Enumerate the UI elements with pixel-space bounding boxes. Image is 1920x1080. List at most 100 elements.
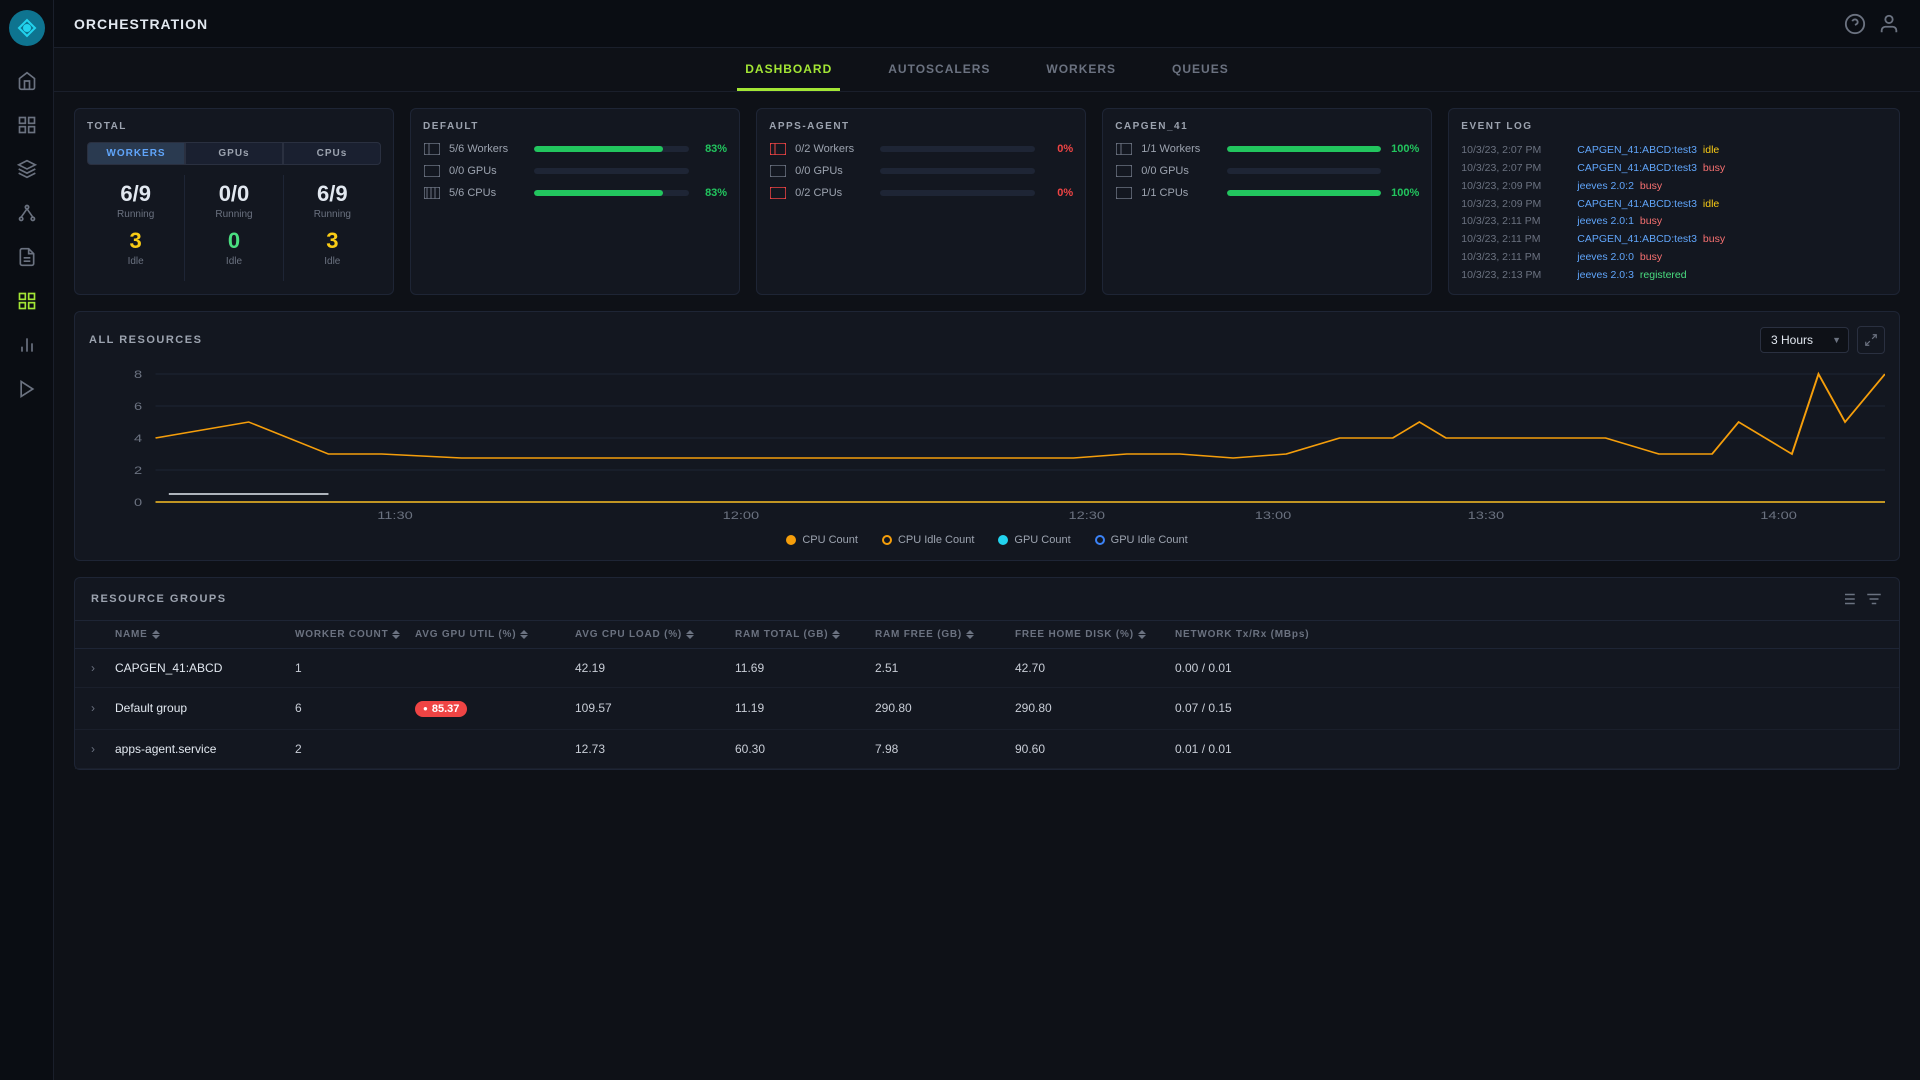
chart-svg: 8 6 4 2 0 11:30 12:00 12:30 13:00 13:30 … <box>89 364 1885 524</box>
chart-expand-button[interactable] <box>1857 326 1885 354</box>
row-1-gpu-util: 85.37 <box>415 700 575 717</box>
row-1-cpu-load: 109.57 <box>575 701 735 715</box>
svg-text:12:00: 12:00 <box>723 509 760 522</box>
apps-gpus-row: 0/0 GPUs <box>769 164 1073 178</box>
header-icons <box>1844 13 1900 35</box>
event-row-5: 10/3/23, 2:11 PM CAPGEN_41:ABCD:test3 bu… <box>1461 231 1887 249</box>
default-title: DEFAULT <box>423 121 727 132</box>
default-cpus-bar <box>534 190 689 196</box>
total-cpus-col: 6/9 Running 3 Idle <box>283 175 381 281</box>
total-tabs: WORKERS GPUs CPUs <box>87 142 381 165</box>
th-name[interactable]: NAME <box>115 629 295 640</box>
row-2-expand[interactable]: › <box>91 742 115 756</box>
event-log-content: 10/3/23, 2:07 PM CAPGEN_41:ABCD:test3 id… <box>1461 142 1887 282</box>
tab-autoscalers[interactable]: AUTOSCALERS <box>880 48 998 91</box>
apps-cpu-icon <box>769 186 787 200</box>
chart-card: ALL RESOURCES 1 Hour 3 Hours 6 Hours 12 … <box>74 311 1900 561</box>
th-ram-total[interactable]: RAM TOTAL (GB) <box>735 629 875 640</box>
cpu-icon <box>423 186 441 200</box>
default-cpus-row: 5/6 CPUs 83% <box>423 186 727 200</box>
apps-cpus-label: 0/2 CPUs <box>795 187 872 199</box>
help-icon[interactable] <box>1844 13 1866 35</box>
total-tab-gpus[interactable]: GPUs <box>185 142 283 165</box>
row-0-name: CAPGEN_41:ABCD <box>115 661 295 675</box>
th-ram-free[interactable]: RAM FREE (GB) <box>875 629 1015 640</box>
apps-gpus-label: 0/0 GPUs <box>795 165 872 177</box>
total-title: TOTAL <box>87 121 381 132</box>
default-workers-bar <box>534 146 689 152</box>
row-1-expand[interactable]: › <box>91 701 115 715</box>
stats-row: TOTAL WORKERS GPUs CPUs 6/9 Running 3 Id… <box>74 108 1900 295</box>
capgen-cpus-row: 1/1 CPUs 100% <box>1115 186 1419 200</box>
th-home-disk[interactable]: FREE HOME DISK (%) <box>1015 629 1175 640</box>
sidebar-layers[interactable] <box>8 150 46 188</box>
table-row-1[interactable]: › Default group 6 85.37 109.57 11.19 290… <box>75 688 1899 730</box>
table-row-0[interactable]: › CAPGEN_41:ABCD 1 42.19 11.69 2.51 42.7… <box>75 649 1899 688</box>
workers-idle-value: 3 <box>91 228 180 254</box>
navigation-tabs: DASHBOARD AUTOSCALERS WORKERS QUEUES <box>54 48 1920 92</box>
sort-icon[interactable] <box>1865 590 1883 608</box>
time-range-wrapper: 1 Hour 3 Hours 6 Hours 12 Hours 24 Hours <box>1760 327 1849 353</box>
default-gpus-label: 0/0 GPUs <box>449 165 526 177</box>
tab-queues[interactable]: QUEUES <box>1164 48 1237 91</box>
event-row-3: 10/3/23, 2:09 PM CAPGEN_41:ABCD:test3 id… <box>1461 196 1887 214</box>
legend-cpu-idle: CPU Idle Count <box>882 534 974 546</box>
sidebar-metrics[interactable] <box>8 326 46 364</box>
th-cpu-load[interactable]: AVG CPU LOAD (%) <box>575 629 735 640</box>
capgen-cpus-pct: 100% <box>1389 187 1419 199</box>
workers-running-value: 6/9 <box>91 181 180 207</box>
sidebar-report[interactable] <box>8 238 46 276</box>
default-cpus-pct: 83% <box>697 187 727 199</box>
app-logo[interactable] <box>9 10 45 46</box>
rg-title: RESOURCE GROUPS <box>91 593 1839 605</box>
default-workers-label: 5/6 Workers <box>449 143 526 155</box>
default-gpus-bar <box>534 168 689 174</box>
capgen-cpus-label: 1/1 CPUs <box>1141 187 1218 199</box>
sidebar-grid[interactable] <box>8 106 46 144</box>
event-row-6: 10/3/23, 2:11 PM jeeves 2.0:0 busy <box>1461 249 1887 267</box>
tab-workers[interactable]: WORKERS <box>1038 48 1124 91</box>
row-2-cpu-load: 12.73 <box>575 742 735 756</box>
svg-text:13:00: 13:00 <box>1255 509 1292 522</box>
sidebar-deploy[interactable] <box>8 370 46 408</box>
chart-legend: CPU Count CPU Idle Count GPU Count GPU I… <box>89 534 1885 546</box>
row-1-name: Default group <box>115 701 295 715</box>
sidebar-chart[interactable] <box>8 282 46 320</box>
apps-workers-label: 0/2 Workers <box>795 143 872 155</box>
event-log-card: EVENT LOG 10/3/23, 2:07 PM CAPGEN_41:ABC… <box>1448 108 1900 295</box>
th-gpu-util[interactable]: AVG GPU UTIL (%) <box>415 629 575 640</box>
total-tab-workers[interactable]: WORKERS <box>87 142 185 165</box>
capgen-title: CAPGEN_41 <box>1115 121 1419 132</box>
capgen-cpu-icon <box>1115 186 1133 200</box>
svg-text:8: 8 <box>134 368 142 381</box>
capgen-card: CAPGEN_41 1/1 Workers 100% 0/0 GPUs <box>1102 108 1432 295</box>
svg-text:11:30: 11:30 <box>377 509 413 522</box>
row-0-network: 0.00 / 0.01 <box>1175 661 1883 675</box>
row-2-network: 0.01 / 0.01 <box>1175 742 1883 756</box>
th-network[interactable]: NETWORK Tx/Rx (MBps) <box>1175 629 1883 640</box>
tab-dashboard[interactable]: DASHBOARD <box>737 48 840 91</box>
total-tab-cpus[interactable]: CPUs <box>283 142 381 165</box>
row-0-expand[interactable]: › <box>91 661 115 675</box>
user-icon[interactable] <box>1878 13 1900 35</box>
row-1-network: 0.07 / 0.15 <box>1175 701 1883 715</box>
legend-gpu-count-dot <box>998 535 1008 545</box>
dashboard-content: TOTAL WORKERS GPUs CPUs 6/9 Running 3 Id… <box>54 92 1920 1080</box>
apps-gpu-icon <box>769 164 787 178</box>
sidebar-nodes[interactable] <box>8 194 46 232</box>
filter-icon[interactable] <box>1839 590 1857 608</box>
capgen-gpus-row: 0/0 GPUs <box>1115 164 1419 178</box>
table-row-2[interactable]: › apps-agent.service 2 12.73 60.30 7.98 … <box>75 730 1899 769</box>
default-gpus-row: 0/0 GPUs <box>423 164 727 178</box>
capgen-workers-label: 1/1 Workers <box>1141 143 1218 155</box>
sidebar-home[interactable] <box>8 62 46 100</box>
row-0-ram-total: 11.69 <box>735 661 875 675</box>
row-0-cpu-load: 42.19 <box>575 661 735 675</box>
time-range-select[interactable]: 1 Hour 3 Hours 6 Hours 12 Hours 24 Hours <box>1760 327 1849 353</box>
default-cpus-label: 5/6 CPUs <box>449 187 526 199</box>
total-workers-col: 6/9 Running 3 Idle <box>87 175 184 281</box>
event-row-7: 10/3/23, 2:13 PM jeeves 2.0:3 registered <box>1461 267 1887 282</box>
th-workers[interactable]: WORKER COUNT <box>295 629 415 640</box>
chart-controls: 1 Hour 3 Hours 6 Hours 12 Hours 24 Hours <box>1760 326 1885 354</box>
legend-gpu-idle: GPU Idle Count <box>1095 534 1188 546</box>
